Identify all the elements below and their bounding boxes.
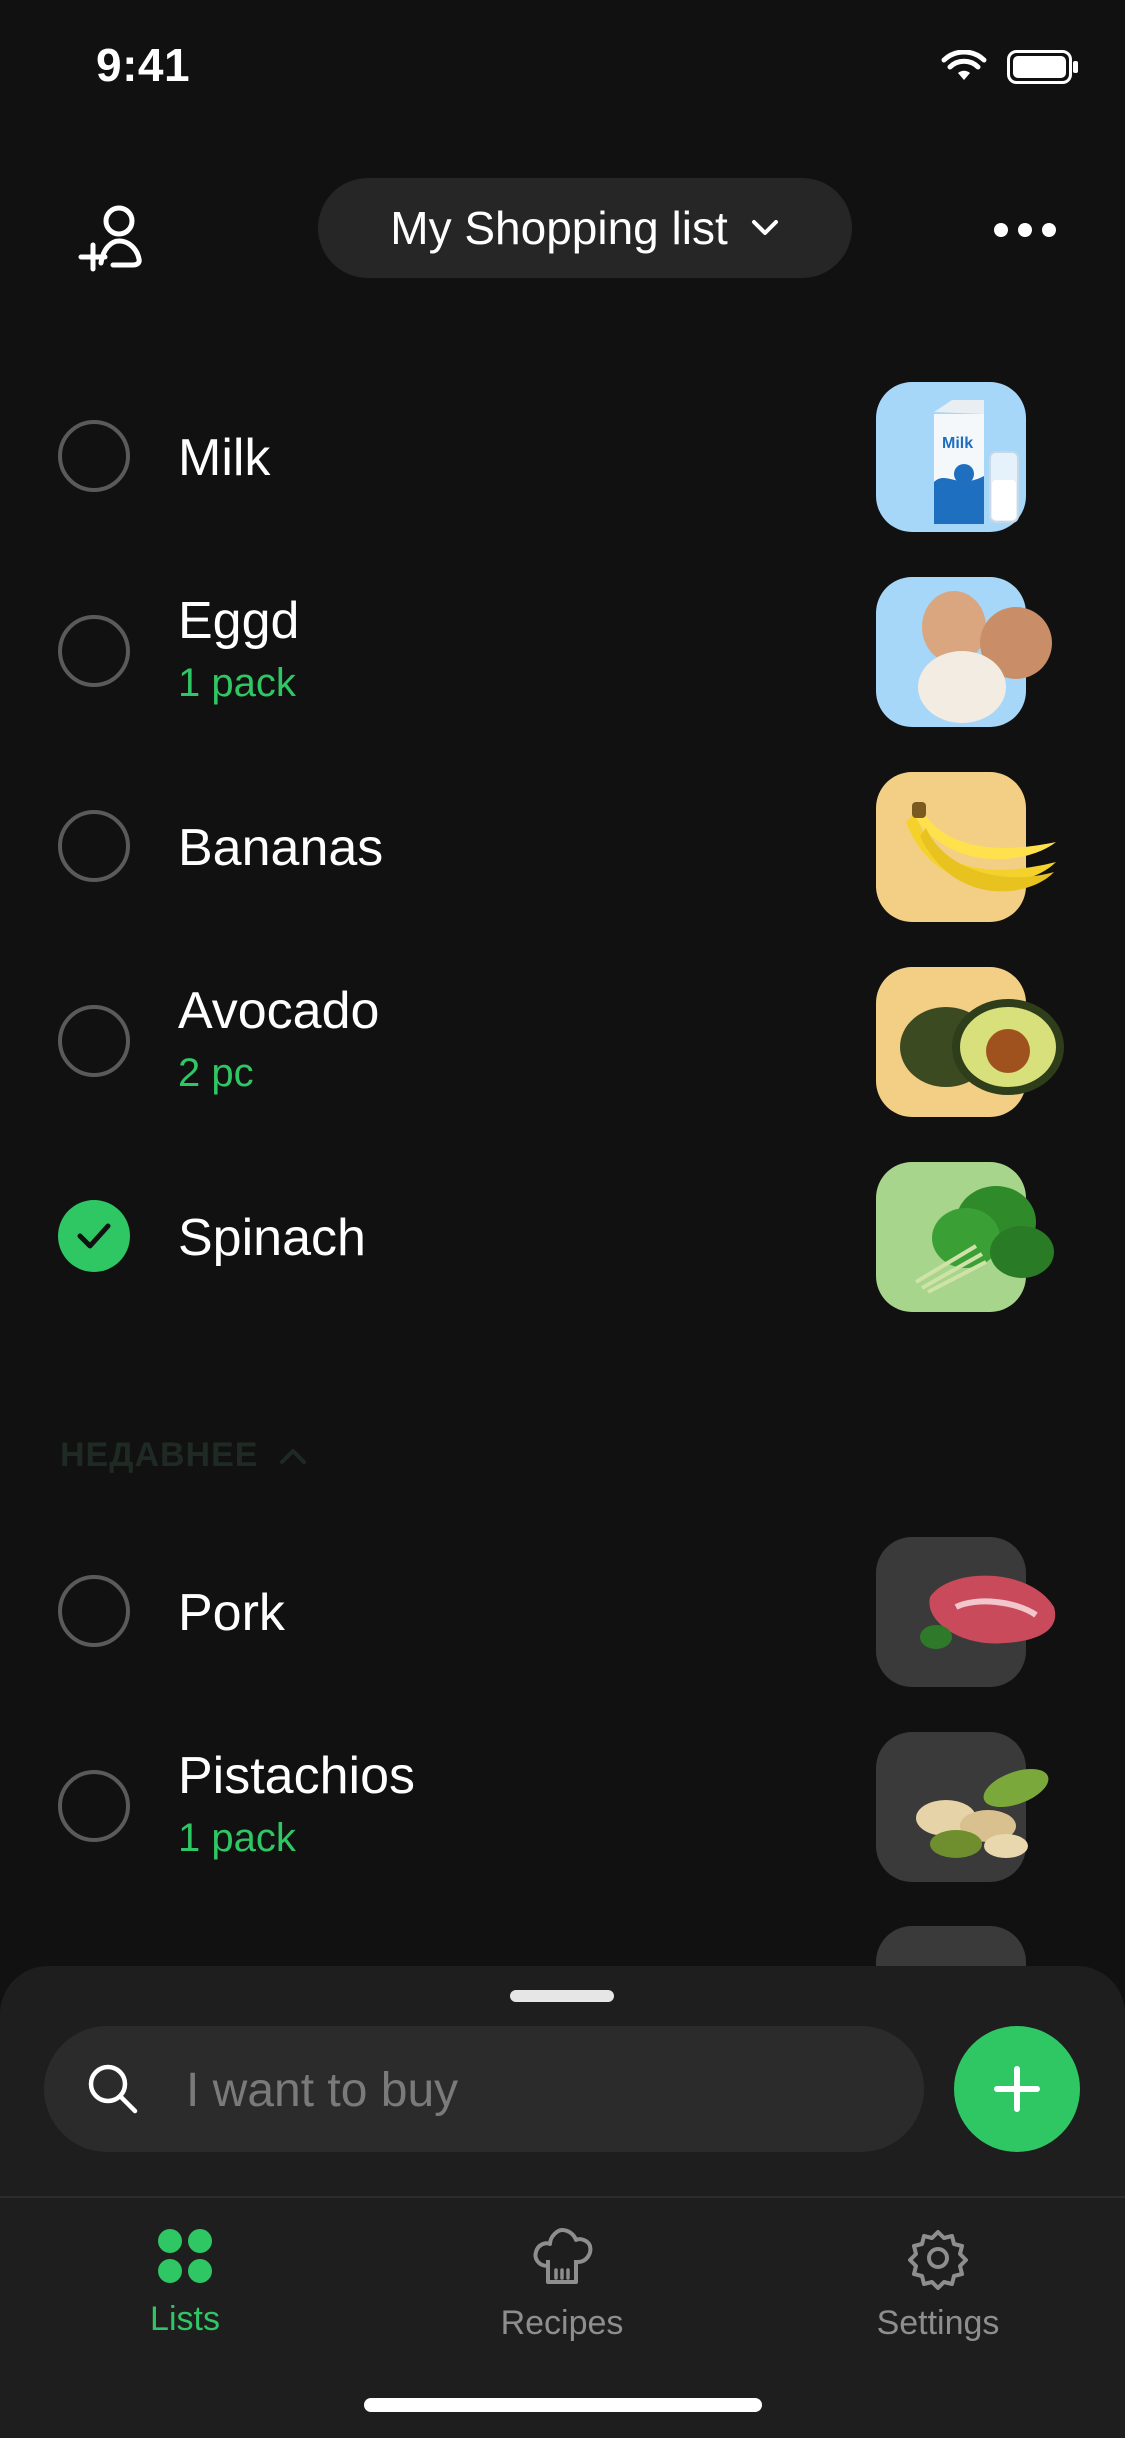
pistachios-image	[876, 1732, 1049, 1882]
avocado-image	[876, 967, 1064, 1117]
item-checkbox[interactable]	[58, 420, 130, 492]
home-indicator	[364, 2398, 762, 2412]
item-name: Eggd	[178, 592, 300, 650]
section-label: НЕДАВНЕЕ	[60, 1436, 259, 1474]
header: My Shopping list	[0, 170, 1125, 290]
recent-item-pistachios[interactable]: Pistachios 1 pack	[0, 1728, 1125, 1888]
list-name: My Shopping list	[390, 202, 728, 254]
item-quantity: 2 pc	[178, 1051, 254, 1095]
list-item-spinach[interactable]: Spinach	[0, 1158, 1125, 1318]
list-selector-dropdown[interactable]: My Shopping list	[318, 178, 852, 278]
chevron-up-icon	[280, 1448, 307, 1464]
item-checkbox[interactable]	[58, 810, 130, 882]
item-name: Spinach	[178, 1209, 366, 1267]
pork-image	[876, 1537, 1056, 1687]
add-user-icon	[78, 205, 142, 272]
item-checkbox[interactable]	[58, 1005, 130, 1077]
item-name: Pistachios	[178, 1747, 415, 1805]
spinach-image	[876, 1162, 1054, 1312]
status-bar: 9:41	[0, 0, 1125, 140]
item-checkbox-checked[interactable]	[58, 1200, 130, 1272]
item-name: Pork	[178, 1584, 285, 1642]
list-item-milk[interactable]: Milk Milk	[0, 378, 1125, 538]
tab-recipes[interactable]: Recipes	[432, 2226, 692, 2376]
list-item-bananas[interactable]: Bananas	[0, 768, 1125, 928]
recent-item-pork[interactable]: Pork	[0, 1533, 1125, 1693]
item-name: Bananas	[178, 819, 384, 877]
list-item-avocado[interactable]: Avocado 2 pc	[0, 963, 1125, 1123]
add-item-button[interactable]	[954, 2026, 1080, 2152]
plus-icon	[994, 2066, 1040, 2112]
milk-image: Milk	[876, 382, 1026, 532]
battery-icon	[1007, 50, 1078, 84]
tab-lists[interactable]: Lists	[55, 2226, 315, 2376]
wifi-icon	[941, 50, 987, 80]
svg-text:Milk: Milk	[942, 435, 973, 452]
item-checkbox[interactable]	[58, 615, 130, 687]
recent-section-header[interactable]: НЕДАВНЕЕ	[60, 1436, 308, 1475]
sheet-grabber[interactable]	[510, 1990, 614, 2002]
chef-hat-icon	[533, 2228, 593, 2284]
eggs-image	[876, 577, 1052, 727]
search-icon	[88, 2064, 138, 2114]
status-time: 9:41	[96, 39, 191, 91]
item-quantity: 1 pack	[178, 661, 296, 705]
list-item-eggs[interactable]: Eggd 1 pack	[0, 573, 1125, 733]
bananas-image	[876, 772, 1056, 922]
search-input[interactable]	[184, 2046, 888, 2134]
tab-label: Recipes	[500, 2304, 624, 2342]
item-quantity: 1 pack	[178, 1816, 296, 1860]
search-bar[interactable]	[44, 2026, 924, 2152]
more-icon	[994, 223, 1056, 237]
item-name: Milk	[178, 429, 271, 487]
more-options-button[interactable]	[985, 200, 1065, 260]
tab-settings[interactable]: Settings	[808, 2226, 1068, 2376]
tab-label: Settings	[876, 2304, 1000, 2342]
gear-icon	[908, 2230, 968, 2290]
item-name: Avocado	[178, 982, 380, 1040]
item-checkbox[interactable]	[58, 1770, 130, 1842]
checkmark-icon	[77, 1223, 111, 1249]
status-icons	[941, 50, 1079, 84]
grid-icon	[158, 2229, 212, 2283]
tab-label: Lists	[150, 2300, 220, 2338]
item-checkbox[interactable]	[58, 1575, 130, 1647]
chevron-down-icon	[751, 220, 778, 235]
add-member-button[interactable]	[70, 192, 160, 282]
